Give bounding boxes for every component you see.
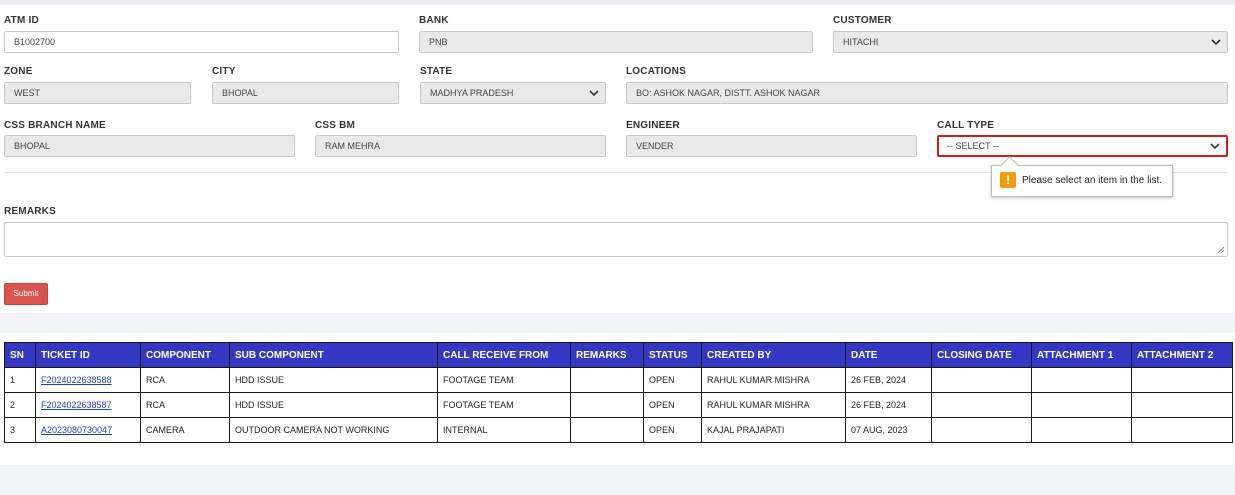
bank-field: PNB [419,31,813,53]
css-bm-label: CSS BM [315,120,356,131]
cell-sn: 1 [4,367,36,393]
cell-status: OPEN [643,417,702,443]
customer-select-value: HITACHI [843,37,879,47]
cell-sn: 2 [4,392,36,418]
atm-id-label: ATM ID [4,15,39,26]
engineer-label: ENGINEER [626,120,680,131]
ticket-id-link[interactable]: F2024022638587 [41,400,112,410]
cell-ticket-id: F2024022638588 [35,367,141,393]
cell-created-by: RAHUL KUMAR MISHRA [701,392,846,418]
call-type-select[interactable]: -- SELECT -- [937,135,1228,157]
cell-attachment-1 [1031,392,1132,418]
submit-button[interactable]: Submit [4,283,48,305]
cell-attachment-2 [1131,367,1233,393]
bank-label: BANK [419,15,449,26]
cell-remarks [570,417,644,443]
cell-call-receive-from: FOOTAGE TEAM [437,392,571,418]
cell-attachment-2 [1131,417,1233,443]
cell-created-by: RAHUL KUMAR MISHRA [701,367,846,393]
cell-date: 26 FEB, 2024 [845,392,932,418]
css-branch-name-field: BHOPAL [4,135,295,157]
cell-attachment-1 [1031,367,1132,393]
validation-message: Please select an item in the list. [1022,175,1163,186]
column-header-sub-component: SUB COMPONENT [229,342,438,368]
state-label: STATE [420,66,453,77]
cell-remarks [570,392,644,418]
column-header-component: COMPONENT [140,342,230,368]
cell-ticket-id: A2023080730047 [35,417,141,443]
cell-component: RCA [140,367,230,393]
city-label: CITY [212,66,236,77]
column-header-ticket-id: TICKET ID [35,342,141,368]
tickets-table: SN TICKET ID COMPONENT SUB COMPONENT CAL… [4,342,1233,443]
table-row: 2 F2024022638587 RCA HDD ISSUE FOOTAGE T… [4,392,1233,418]
cell-created-by: KAJAL PRAJAPATI [701,417,846,443]
css-bm-field: RAM MEHRA [315,135,606,157]
engineer-field: VENDER [626,135,917,157]
cell-status: OPEN [643,367,702,393]
locations-field: BO: ASHOK NAGAR, DISTT. ASHOK NAGAR [626,82,1228,104]
resize-handle-icon[interactable] [1217,246,1225,254]
ticket-id-link[interactable]: F2024022638588 [41,375,112,385]
locations-label: LOCATIONS [626,66,686,77]
customer-label: CUSTOMER [833,15,892,26]
column-header-date: DATE [845,342,932,368]
cell-sn: 3 [4,417,36,443]
chevron-down-icon [1210,143,1220,150]
zone-field: WEST [4,82,191,104]
cell-attachment-2 [1131,392,1233,418]
cell-component: CAMERA [140,417,230,443]
cell-closing-date [931,367,1032,393]
css-branch-name-label: CSS BRANCH NAME [4,120,106,131]
column-header-sn: SN [4,342,36,368]
column-header-status: STATUS [643,342,702,368]
remarks-label: REMARKS [4,206,56,217]
cell-attachment-1 [1031,417,1132,443]
column-header-remarks: REMARKS [570,342,644,368]
state-select-value: MADHYA PRADESH [430,88,514,98]
column-header-attachment-2: ATTACHMENT 2 [1131,342,1233,368]
cell-sub-component: HDD ISSUE [229,367,438,393]
zone-label: ZONE [4,66,33,77]
cell-call-receive-from: FOOTAGE TEAM [437,367,571,393]
call-type-label: CALL TYPE [937,120,995,131]
call-type-select-value: -- SELECT -- [947,141,999,151]
cell-component: RCA [140,392,230,418]
cell-remarks [570,367,644,393]
column-header-call-receive-from: CALL RECEIVE FROM [437,342,571,368]
table-row: 3 A2023080730047 CAMERA OUTDOOR CAMERA N… [4,417,1233,443]
table-row: 1 F2024022638588 RCA HDD ISSUE FOOTAGE T… [4,367,1233,393]
state-select[interactable]: MADHYA PRADESH [420,82,606,104]
ticket-id-link[interactable]: A2023080730047 [41,425,112,435]
cell-sub-component: HDD ISSUE [229,392,438,418]
cell-ticket-id: F2024022638587 [35,392,141,418]
remarks-textarea[interactable] [4,222,1228,257]
atm-id-input[interactable]: B1002700 [4,31,399,53]
table-header-row: SN TICKET ID COMPONENT SUB COMPONENT CAL… [4,342,1233,368]
cell-date: 26 FEB, 2024 [845,367,932,393]
warning-icon: ! [1000,172,1016,188]
validation-tooltip: ! Please select an item in the list. [991,156,1173,197]
column-header-created-by: CREATED BY [701,342,846,368]
cell-closing-date [931,417,1032,443]
chevron-down-icon [1211,39,1221,46]
city-field: BHOPAL [212,82,399,104]
cell-closing-date [931,392,1032,418]
cell-status: OPEN [643,392,702,418]
customer-select[interactable]: HITACHI [833,31,1228,53]
cell-sub-component: OUTDOOR CAMERA NOT WORKING [229,417,438,443]
cell-call-receive-from: INTERNAL [437,417,571,443]
cell-date: 07 AUG, 2023 [845,417,932,443]
column-header-attachment-1: ATTACHMENT 1 [1031,342,1132,368]
chevron-down-icon [589,90,599,97]
column-header-closing-date: CLOSING DATE [931,342,1032,368]
